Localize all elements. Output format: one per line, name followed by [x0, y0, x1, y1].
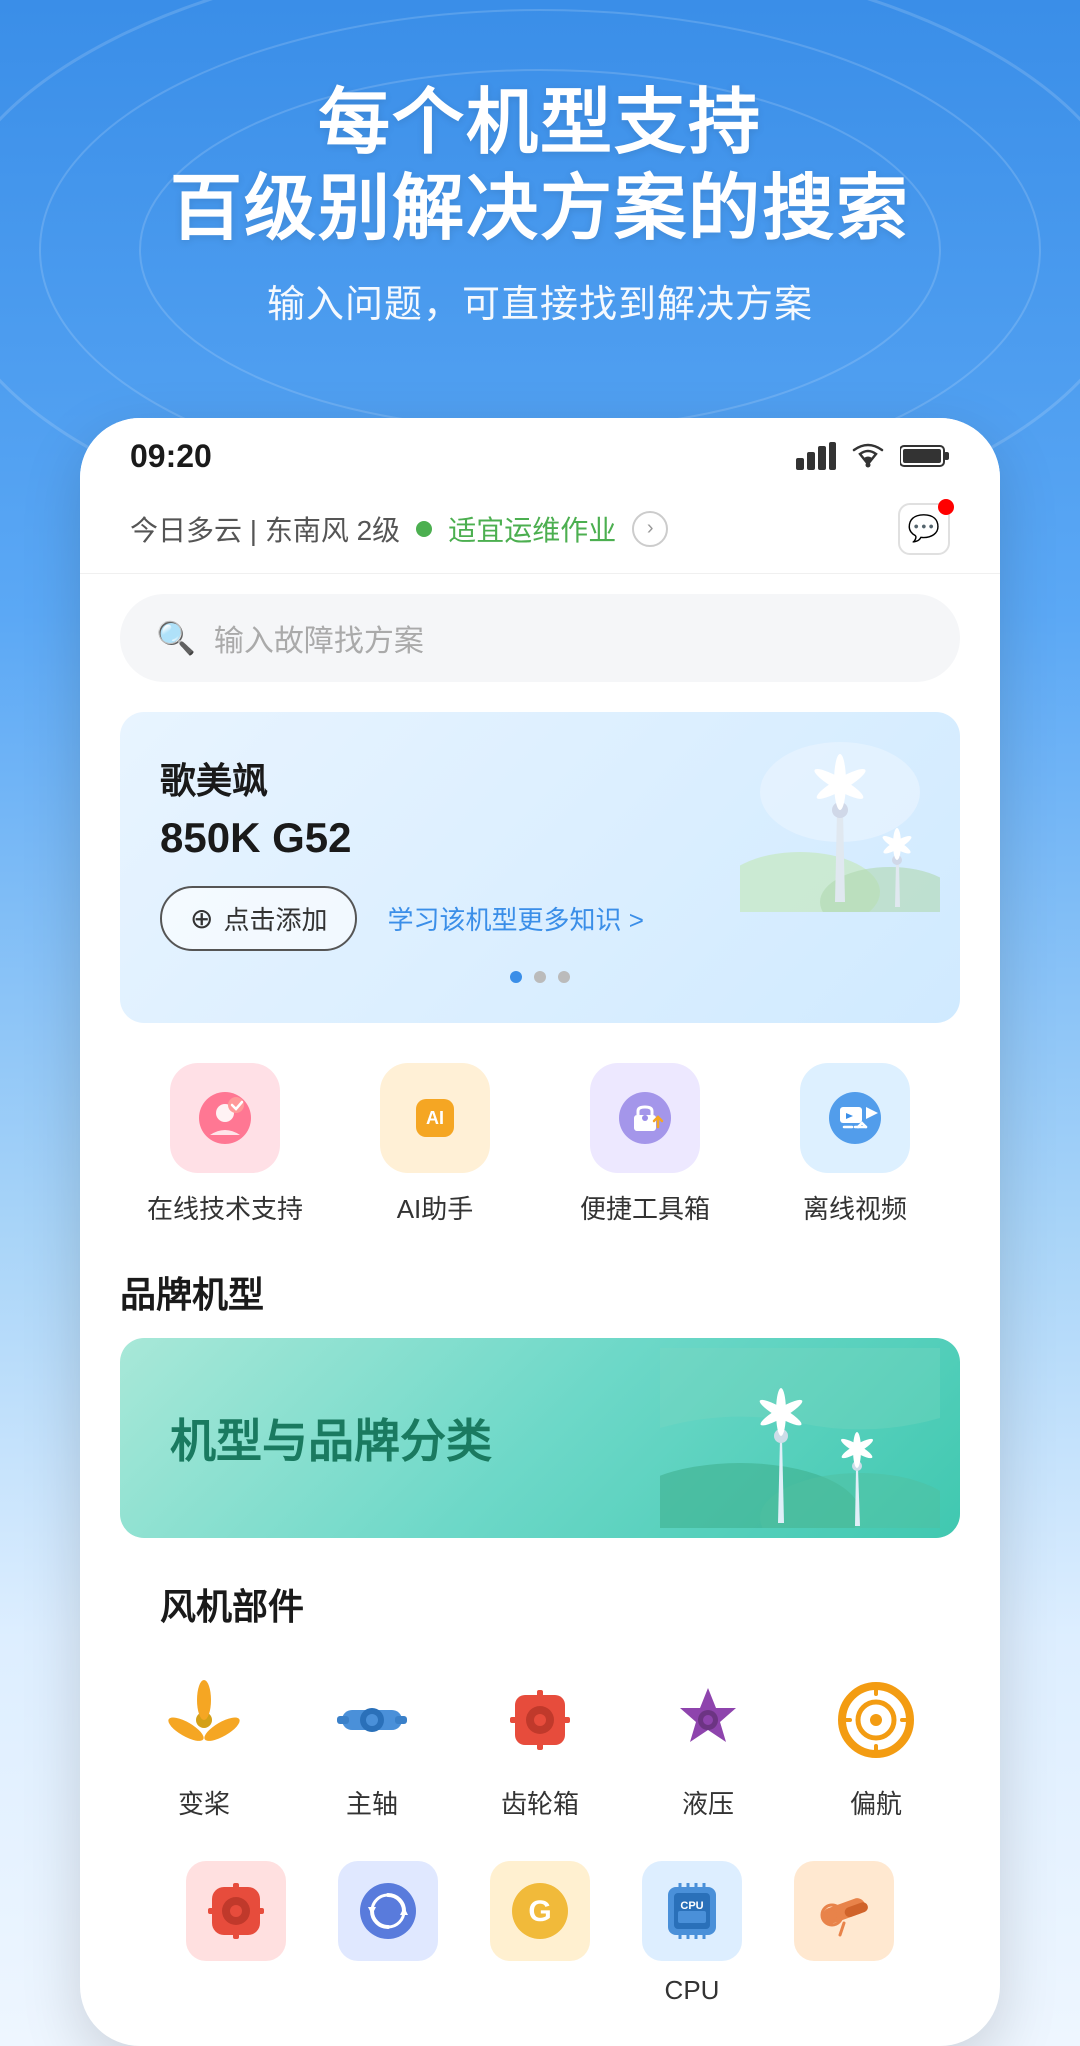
bottom-part-3-icon: G — [490, 1861, 590, 1961]
hero-subtitle: 输入问题，可直接找到解决方案 — [60, 273, 1020, 328]
toolbox-label: 便捷工具箱 — [580, 1189, 710, 1226]
bottom-part-1[interactable] — [160, 1861, 312, 2006]
parts-section: 风机部件 变桨 — [80, 1568, 1000, 2046]
battery-icon — [900, 443, 950, 469]
status-bar: 09:20 — [80, 418, 1000, 485]
blade-label: 变桨 — [178, 1784, 230, 1821]
offline-video-label: 离线视频 — [803, 1189, 907, 1226]
weather-text: 今日多云 | 东南风 2级 — [130, 509, 400, 549]
yaw-label: 偏航 — [850, 1784, 902, 1821]
mainshaft-icon — [322, 1670, 422, 1770]
hero-title: 每个机型支持 百级别解决方案的搜索 — [60, 80, 1020, 253]
action-ai-assistant[interactable]: AI AI助手 — [345, 1063, 525, 1226]
cpu-label: CPU — [665, 1975, 720, 2006]
phone-mockup: 09:20 今日多云 | 东 — [80, 418, 1000, 2046]
parts-section-header: 风机部件 — [120, 1568, 960, 1650]
chat-badge — [938, 499, 954, 515]
status-icons — [796, 442, 950, 470]
toolbox-icon — [590, 1063, 700, 1173]
search-container: 🔍 输入故障找方案 — [80, 574, 1000, 712]
ai-assistant-icon: AI — [380, 1063, 490, 1173]
bottom-part-3[interactable]: G — [464, 1861, 616, 2006]
search-placeholder: 输入故障找方案 — [214, 616, 424, 660]
learn-more-link[interactable]: 学习该机型更多知识 > — [387, 900, 643, 937]
search-bar[interactable]: 🔍 输入故障找方案 — [120, 594, 960, 682]
bottom-parts-row: G CPU — [120, 1851, 960, 2046]
signal-icon — [796, 442, 836, 470]
device-illustration — [740, 732, 940, 912]
online-support-icon — [170, 1063, 280, 1173]
brand-card[interactable]: 机型与品牌分类 — [120, 1338, 960, 1538]
ai-assistant-label: AI助手 — [397, 1189, 474, 1226]
weather-arrow-btn[interactable]: › — [632, 511, 668, 547]
online-support-label: 在线技术支持 — [147, 1189, 303, 1226]
hydraulic-icon — [658, 1670, 758, 1770]
device-card: 歌美飒 850K G52 ⊕ 点击添加 学习该机型更多知识 > — [120, 712, 960, 1023]
svg-text:AI: AI — [426, 1108, 444, 1128]
action-online-support[interactable]: 在线技术支持 — [135, 1063, 315, 1226]
part-blade[interactable]: 变桨 — [124, 1670, 284, 1821]
offline-video-icon — [800, 1063, 910, 1173]
gearbox-label: 齿轮箱 — [501, 1784, 579, 1821]
svg-text:CPU: CPU — [680, 1900, 703, 1912]
svg-text:G: G — [528, 1895, 551, 1928]
card-pagination — [160, 971, 920, 983]
blade-icon — [154, 1670, 254, 1770]
brand-card-text: 机型与品牌分类 — [170, 1405, 492, 1471]
cpu-icon: CPU — [642, 1861, 742, 1961]
plus-icon: ⊕ — [190, 902, 213, 935]
weather-dot — [416, 521, 432, 537]
status-time: 09:20 — [130, 438, 212, 475]
part-hydraulic[interactable]: 液压 — [628, 1670, 788, 1821]
bottom-part-cpu[interactable]: CPU CPU — [616, 1861, 768, 2006]
quick-actions: 在线技术支持 AI AI助手 — [80, 1053, 1000, 1256]
wifi-icon — [850, 442, 886, 470]
hydraulic-label: 液压 — [682, 1784, 734, 1821]
dot-1[interactable] — [510, 971, 522, 983]
bottom-part-5-icon — [794, 1861, 894, 1961]
add-device-button[interactable]: ⊕ 点击添加 — [160, 886, 357, 951]
part-gearbox[interactable]: 齿轮箱 — [460, 1670, 620, 1821]
dot-3[interactable] — [558, 971, 570, 983]
bottom-part-5[interactable] — [768, 1861, 920, 2006]
chat-button[interactable]: 💬 — [898, 503, 950, 555]
brand-section-header: 品牌机型 — [80, 1256, 1000, 1338]
brand-illustration — [660, 1348, 940, 1528]
bottom-part-1-icon — [186, 1861, 286, 1961]
search-icon: 🔍 — [156, 619, 196, 657]
weather-status: 适宜运维作业 — [448, 509, 616, 549]
yaw-icon — [826, 1670, 926, 1770]
parts-grid: 变桨 主轴 — [120, 1650, 960, 1851]
mainshaft-label: 主轴 — [346, 1784, 398, 1821]
part-mainshaft[interactable]: 主轴 — [292, 1670, 452, 1821]
part-yaw[interactable]: 偏航 — [796, 1670, 956, 1821]
dot-2[interactable] — [534, 971, 546, 983]
hero-section: 每个机型支持 百级别解决方案的搜索 输入问题，可直接找到解决方案 — [0, 0, 1080, 368]
bottom-part-2-icon — [338, 1861, 438, 1961]
action-toolbox[interactable]: 便捷工具箱 — [555, 1063, 735, 1226]
gearbox-icon — [490, 1670, 590, 1770]
weather-bar: 今日多云 | 东南风 2级 适宜运维作业 › 💬 — [80, 485, 1000, 574]
action-offline-video[interactable]: 离线视频 — [765, 1063, 945, 1226]
bottom-part-2[interactable] — [312, 1861, 464, 2006]
